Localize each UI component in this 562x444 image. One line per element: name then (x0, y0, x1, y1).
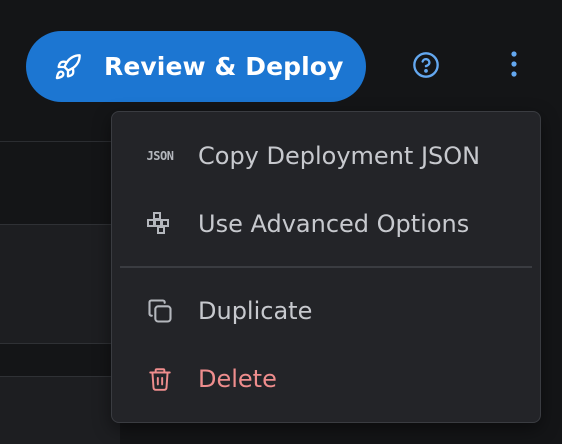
more-vertical-icon (510, 50, 518, 82)
help-button[interactable] (409, 50, 443, 84)
more-options-button[interactable] (498, 48, 530, 84)
options-menu: JSON Copy Deployment JSON Use Advanced O… (111, 111, 541, 423)
trash-icon (144, 363, 176, 395)
menu-item-label: Use Advanced Options (198, 210, 470, 238)
review-deploy-label: Review & Deploy (104, 52, 344, 81)
menu-item-label: Copy Deployment JSON (198, 142, 481, 170)
rocket-icon (54, 53, 82, 81)
json-icon: JSON (146, 149, 174, 163)
menu-item-duplicate[interactable]: Duplicate (112, 280, 540, 342)
background-panel (0, 224, 120, 344)
menu-item-label: Duplicate (198, 297, 313, 325)
menu-item-advanced-options[interactable]: Use Advanced Options (112, 193, 540, 255)
review-deploy-button[interactable]: Review & Deploy (26, 31, 366, 102)
page: Review & Deploy JSON Copy Deployment JSO… (0, 0, 562, 444)
background-panel (0, 376, 120, 444)
menu-item-delete[interactable]: Delete (112, 348, 540, 410)
menu-item-copy-json[interactable]: JSON Copy Deployment JSON (112, 125, 540, 187)
help-circle-icon (412, 51, 440, 83)
menu-divider (120, 266, 532, 268)
background-divider (0, 141, 120, 142)
duplicate-icon (144, 295, 176, 327)
menu-item-label: Delete (198, 365, 277, 393)
blocks-icon (144, 208, 176, 240)
